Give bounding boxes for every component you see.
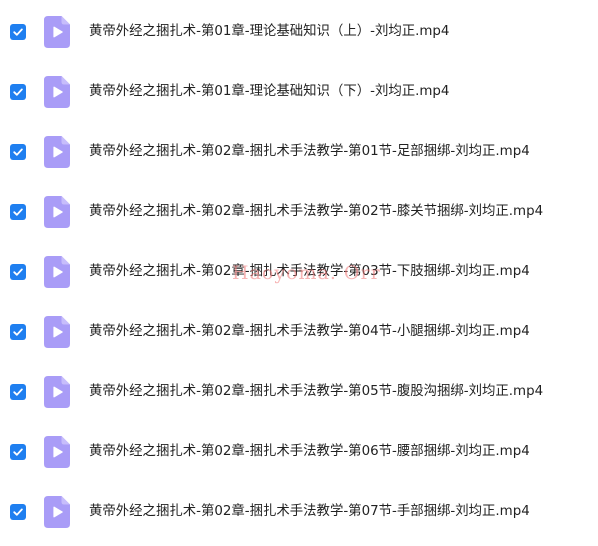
file-name[interactable]: 黄帝外经之捆扎术-第01章-理论基础知识（下）-刘均正.mp4: [89, 83, 449, 101]
file-row[interactable]: 黄帝外经之捆扎术-第02章-捆扎术手法教学-第03节-下肢捆绑-刘均正.mp4: [0, 244, 598, 300]
checkmark-icon: [13, 28, 23, 36]
file-name[interactable]: 黄帝外经之捆扎术-第02章-捆扎术手法教学-第07节-手部捆绑-刘均正.mp4: [89, 503, 530, 521]
file-row[interactable]: 黄帝外经之捆扎术-第02章-捆扎术手法教学-第05节-腹股沟捆绑-刘均正.mp4: [0, 364, 598, 420]
checkmark-icon: [13, 268, 23, 276]
checkmark-icon: [13, 508, 23, 516]
file-row[interactable]: 黄帝外经之捆扎术-第02章-捆扎术手法教学-第01节-足部捆绑-刘均正.mp4: [0, 124, 598, 180]
file-row[interactable]: 黄帝外经之捆扎术-第02章-捆扎术手法教学-第06节-腰部捆绑-刘均正.mp4: [0, 424, 598, 480]
video-file-play-icon: [44, 256, 70, 288]
checkmark-icon: [13, 88, 23, 96]
video-file-play-icon: [44, 496, 70, 528]
file-checkbox[interactable]: [10, 264, 26, 280]
video-file-play-icon: [44, 136, 70, 168]
video-file-play-icon: [44, 376, 70, 408]
file-name[interactable]: 黄帝外经之捆扎术-第02章-捆扎术手法教学-第04节-小腿捆绑-刘均正.mp4: [89, 323, 530, 341]
video-file-play-icon: [44, 436, 70, 468]
file-row[interactable]: 黄帝外经之捆扎术-第01章-理论基础知识（上）-刘均正.mp4: [0, 4, 598, 60]
file-checkbox[interactable]: [10, 324, 26, 340]
file-name[interactable]: 黄帝外经之捆扎术-第01章-理论基础知识（上）-刘均正.mp4: [89, 23, 449, 41]
file-row[interactable]: 黄帝外经之捆扎术-第02章-捆扎术手法教学-第07节-手部捆绑-刘均正.mp4: [0, 484, 598, 540]
checkmark-icon: [13, 388, 23, 396]
file-checkbox[interactable]: [10, 384, 26, 400]
file-checkbox[interactable]: [10, 504, 26, 520]
video-file-play-icon: [44, 196, 70, 228]
file-row[interactable]: 黄帝外经之捆扎术-第02章-捆扎术手法教学-第02节-膝关节捆绑-刘均正.mp4: [0, 184, 598, 240]
checkmark-icon: [13, 148, 23, 156]
video-file-play-icon: [44, 16, 70, 48]
file-list: 黄帝外经之捆扎术-第01章-理论基础知识（上）-刘均正.mp4 黄帝外经之捆扎术…: [0, 0, 598, 546]
file-row[interactable]: 黄帝外经之捆扎术-第01章-理论基础知识（下）-刘均正.mp4: [0, 64, 598, 120]
checkmark-icon: [13, 328, 23, 336]
file-name[interactable]: 黄帝外经之捆扎术-第02章-捆扎术手法教学-第01节-足部捆绑-刘均正.mp4: [89, 143, 530, 161]
file-checkbox[interactable]: [10, 84, 26, 100]
video-file-play-icon: [44, 76, 70, 108]
file-checkbox[interactable]: [10, 204, 26, 220]
file-checkbox[interactable]: [10, 144, 26, 160]
file-name[interactable]: 黄帝外经之捆扎术-第02章-捆扎术手法教学-第02节-膝关节捆绑-刘均正.mp4: [89, 203, 543, 221]
video-file-play-icon: [44, 316, 70, 348]
file-checkbox[interactable]: [10, 24, 26, 40]
file-name[interactable]: 黄帝外经之捆扎术-第02章-捆扎术手法教学-第05节-腹股沟捆绑-刘均正.mp4: [89, 383, 543, 401]
file-name[interactable]: 黄帝外经之捆扎术-第02章-捆扎术手法教学-第06节-腰部捆绑-刘均正.mp4: [89, 443, 530, 461]
file-name[interactable]: 黄帝外经之捆扎术-第02章-捆扎术手法教学-第03节-下肢捆绑-刘均正.mp4: [89, 263, 530, 281]
checkmark-icon: [13, 448, 23, 456]
file-row[interactable]: 黄帝外经之捆扎术-第02章-捆扎术手法教学-第04节-小腿捆绑-刘均正.mp4: [0, 304, 598, 360]
file-checkbox[interactable]: [10, 444, 26, 460]
checkmark-icon: [13, 208, 23, 216]
